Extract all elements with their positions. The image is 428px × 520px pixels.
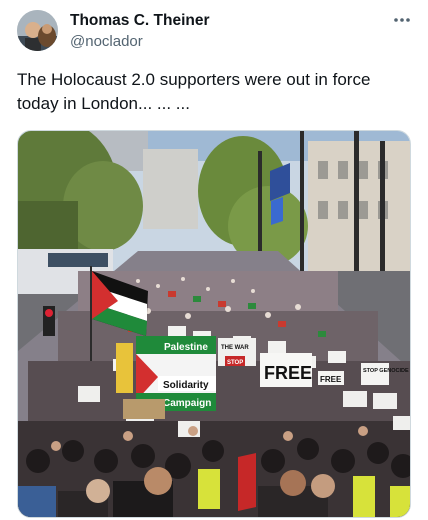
stop-genocide-sign-text: STOP GENOCIDE [363,368,409,374]
palestine-sign-text: Palestine [164,342,208,353]
solidarity-sign-text: Solidarity [163,380,209,391]
avatar[interactable] [17,10,58,51]
author-handle[interactable]: @noclador [70,33,143,50]
more-options-button[interactable] [392,12,412,28]
tweet-card: Thomas C. Theiner @noclador The Holocaus… [0,0,428,520]
tweet-photo[interactable]: Palestine Solidarity Campaign THE WAR ST… [17,130,411,518]
the-war-sign-text: THE WAR [221,345,249,351]
campaign-sign-text: Campaign [163,398,211,409]
free-small-sign-text: FREE [320,375,342,384]
tweet-text: The Holocaust 2.0 supporters were out in… [17,70,371,113]
free-sign-text: FREE [264,363,312,383]
author-name[interactable]: Thomas C. Theiner [70,12,210,30]
more-horizontal-icon [394,18,410,22]
stop-sign-text: STOP [227,360,243,366]
